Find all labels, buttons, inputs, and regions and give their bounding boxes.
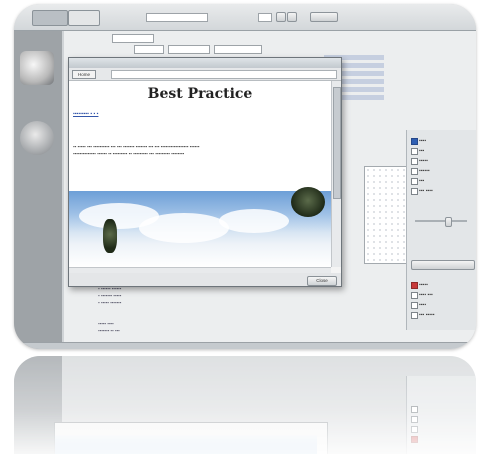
radio-option[interactable]	[411, 302, 418, 309]
help-content: Best Practice ▪▪▪▪▪▪▪▪▪ ▪ ▪ ▪ ▪▪ ▪▪▪▪▪ ▪…	[69, 81, 331, 267]
help-paragraph: ▪▪ ▪▪▪▪▪ ▪▪▪ ▪▪▪▪▪▪▪▪▪▪ ▪▪▪ ▪▪▪ ▪▪▪▪▪▪▪ …	[73, 144, 200, 156]
filter-select[interactable]	[214, 45, 262, 54]
option-label: ▪▪▪ ▪▪▪▪▪	[419, 312, 435, 318]
panel-button[interactable]	[411, 260, 475, 270]
option-label: ▪▪▪▪▪	[419, 158, 428, 164]
help-illustration	[69, 187, 331, 267]
option-checkbox[interactable]	[411, 168, 418, 175]
option-checkbox	[411, 426, 418, 433]
render-thumbnail-icon[interactable]	[20, 51, 54, 85]
status-bar	[14, 342, 476, 349]
top-toolbar	[14, 4, 476, 31]
option-checkbox[interactable]	[411, 188, 418, 195]
view-select[interactable]	[112, 34, 154, 43]
dialog-footer: Close	[69, 273, 341, 286]
help-link[interactable]: ▪▪▪▪▪▪▪▪▪ ▪ ▪ ▪	[73, 111, 98, 117]
reflection-dialog	[54, 422, 328, 454]
mode-select[interactable]	[168, 45, 210, 54]
option-label: ▪▪▪ ▪▪▪▪	[419, 188, 433, 194]
radio-option[interactable]	[411, 312, 418, 319]
list-item[interactable]: ▪▪▪▪▪▪▪ ▪▪ ▪▪▪	[98, 328, 120, 333]
option-label: ▪▪▪	[419, 148, 425, 154]
slider-handle[interactable]	[445, 217, 452, 227]
toolbar-tab-primary[interactable]	[32, 10, 68, 26]
option-label: ▪▪▪	[419, 178, 425, 184]
home-button[interactable]: Home	[72, 70, 96, 79]
option-checkbox[interactable]	[411, 178, 418, 185]
cloud-shape	[219, 209, 289, 233]
update-button[interactable]	[310, 12, 338, 22]
scroll-thumb[interactable]	[333, 87, 341, 199]
screenshot-scene: ▪ ▪▪▪▪▪▪ ▪▪▪▪▪▪ ▪ ▪▪▪▪▪▪▪ ▪▪▪▪▪ ▪ ▪▪▪▪▪ …	[0, 0, 489, 456]
option-label: ▪▪▪▪▪▪	[419, 168, 430, 174]
list-item[interactable]: ▪ ▪▪▪▪▪▪▪ ▪▪▪▪▪	[98, 293, 121, 298]
sphere-thumbnail-icon[interactable]	[20, 121, 54, 155]
close-button[interactable]: Close	[307, 276, 337, 286]
option-checkbox[interactable]	[411, 158, 418, 165]
option-checkbox	[411, 416, 418, 423]
best-practice-dialog: Home Best Practice ▪▪▪▪▪▪▪▪▪ ▪ ▪ ▪ ▪▪ ▪▪…	[68, 57, 342, 287]
option-label: ▪▪▪▪ ▪▪▪	[419, 292, 433, 298]
vertical-scrollbar[interactable]	[331, 81, 341, 267]
option-checkbox[interactable]	[411, 148, 418, 155]
option-checkbox	[411, 406, 418, 413]
reflection-panel	[406, 376, 476, 454]
toolbar-tab-secondary[interactable]	[68, 10, 100, 26]
page-field[interactable]	[258, 13, 272, 22]
list-item[interactable]: ▪▪▪▪▪ ▪▪▪▪	[98, 321, 114, 326]
prev-page-button[interactable]	[276, 12, 286, 22]
dialog-titlebar[interactable]	[69, 58, 341, 68]
slider-track[interactable]	[415, 220, 467, 222]
radio-option[interactable]	[411, 292, 418, 299]
next-page-button[interactable]	[287, 12, 297, 22]
options-panel: ▪▪▪▪ ▪▪▪ ▪▪▪▪▪ ▪▪▪▪▪▪ ▪▪▪ ▪▪▪ ▪▪▪▪ ▪▪▪▪▪…	[406, 130, 476, 330]
option-label: ▪▪▪▪▪	[419, 282, 428, 288]
option-checkbox[interactable]	[411, 138, 418, 145]
dialog-toolbar: Home	[69, 68, 341, 81]
object-select[interactable]	[134, 45, 164, 54]
option-label: ▪▪▪▪	[419, 302, 427, 308]
tree-shape	[291, 187, 325, 217]
reflection-sky	[55, 435, 317, 454]
app-window: ▪ ▪▪▪▪▪▪ ▪▪▪▪▪▪ ▪ ▪▪▪▪▪▪▪ ▪▪▪▪▪ ▪ ▪▪▪▪▪ …	[14, 4, 476, 349]
radio-option[interactable]	[411, 282, 418, 289]
option-checkbox	[411, 436, 418, 443]
list-item[interactable]: ▪ ▪▪▪▪▪ ▪▪▪▪▪▪▪	[98, 300, 121, 305]
address-bar[interactable]	[111, 70, 337, 79]
catalogue-select[interactable]	[146, 13, 208, 22]
cloud-shape	[139, 213, 229, 243]
page-title: Best Practice	[147, 86, 253, 102]
thumbnail-sidebar	[14, 31, 62, 349]
window-reflection	[14, 356, 476, 454]
tree-shape	[103, 219, 117, 253]
option-label: ▪▪▪▪	[419, 138, 427, 144]
